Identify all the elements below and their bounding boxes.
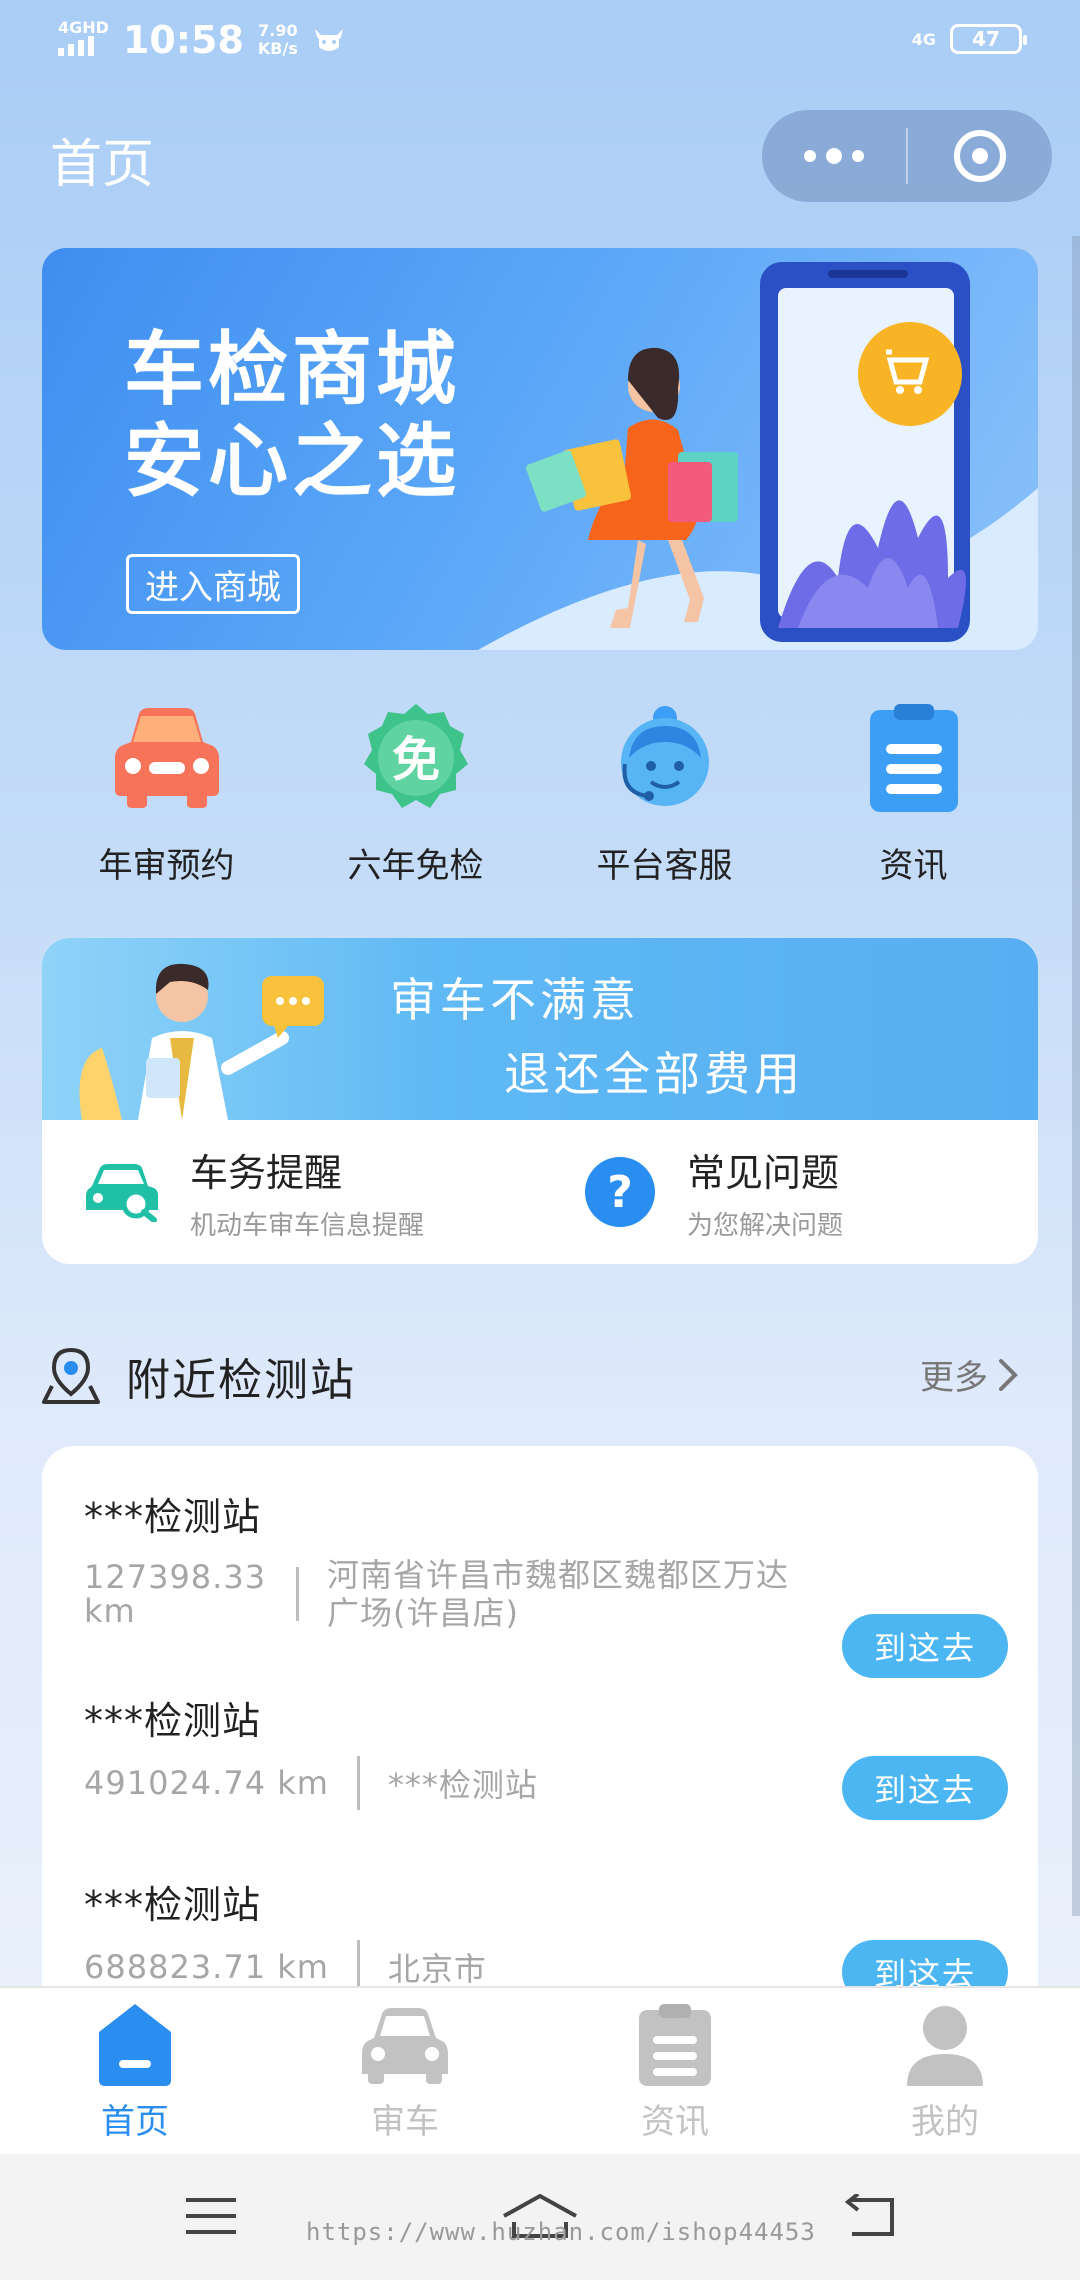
navigate-button[interactable]: 到这去 <box>842 1940 1008 1986</box>
station-name: ***检测站 <box>84 1699 262 1743</box>
station-distance: 688823.71 km <box>84 1948 329 1986</box>
promo-line-1: 审车不满意 <box>390 973 640 1027</box>
watermark: https://www.huzhan.com/ishop44453 <box>306 2218 816 2246</box>
close-mini-program-button[interactable] <box>908 130 1052 182</box>
station-distance: 127398.33 km <box>84 1558 267 1630</box>
station-name: ***检测站 <box>84 1883 262 1927</box>
banner-headline: 车检商城 安心之选 <box>124 323 460 508</box>
more-stations-link[interactable]: 更多 <box>920 1350 1018 1399</box>
guarantee-card: 审车不满意 退还全部费用 车务提醒 机动车审车信息提醒 ? 常见问题 为您解决问… <box>42 938 1038 1264</box>
divider <box>356 1940 360 1986</box>
doctor-illustration <box>79 963 324 1120</box>
network-speed: 7.90 KB/s <box>257 21 298 58</box>
tab-inspection[interactable]: 审车 <box>270 1988 540 2154</box>
back-icon[interactable] <box>842 2194 896 2238</box>
promo-line-2: 退还全部费用 <box>504 1047 804 1101</box>
scrollbar[interactable] <box>1072 236 1080 1916</box>
car-search-icon <box>86 1164 158 1222</box>
chevron-right-icon <box>999 1358 1018 1391</box>
vehicle-reminder-entry[interactable]: 车务提醒 机动车审车信息提醒 <box>42 1120 539 1264</box>
quick-action-annual-review[interactable]: 年审预约 <box>42 700 291 900</box>
user-icon <box>907 2006 983 2086</box>
bottom-tab-bar: 首页 审车 资讯 我的 <box>0 1986 1080 2154</box>
home-icon <box>99 2004 171 2086</box>
tab-home[interactable]: 首页 <box>0 1988 270 2154</box>
question-icon: ? <box>585 1157 655 1227</box>
faq-entry[interactable]: ? 常见问题 为您解决问题 <box>539 1120 1038 1264</box>
news-clipboard-icon <box>856 700 972 816</box>
dot-icon <box>852 150 864 162</box>
tab-news[interactable]: 资讯 <box>540 1988 810 2154</box>
car-icon <box>109 700 225 816</box>
network-type: 4G <box>911 29 936 49</box>
signal-bars-icon <box>58 36 94 56</box>
station-info: 127398.33 km 河南省许昌市魏都区魏都区万达 广场(许昌店) <box>84 1556 827 1632</box>
station-info: 491024.74 km ***检测站 <box>84 1756 538 1810</box>
page-title: 首页 <box>50 135 155 195</box>
status-bar: 4GHD 10:58 7.90 KB/s 4G 47 <box>0 0 1080 80</box>
list-item[interactable]: ***检测站 491024.74 km ***检测站 到这去 <box>84 1690 1008 1850</box>
enter-mall-button[interactable]: 进入商城 <box>126 554 300 614</box>
shopping-illustration <box>478 262 1038 650</box>
quick-action-six-year-exempt[interactable]: 免 六年免检 <box>291 700 540 900</box>
more-options-button[interactable] <box>762 110 906 202</box>
navigate-button[interactable]: 到这去 <box>842 1614 1008 1678</box>
station-list: ***检测站 127398.33 km 河南省许昌市魏都区魏都区万达 广场(许昌… <box>42 1446 1038 1986</box>
station-name: ***检测站 <box>84 1495 262 1539</box>
news-icon <box>639 2004 711 2086</box>
menu-icon[interactable] <box>184 2194 238 2238</box>
quick-action-customer-service[interactable]: 平台客服 <box>540 700 789 900</box>
section-title: 附近检测站 <box>126 1355 356 1406</box>
quick-actions: 年审预约 免 六年免检 平台客服 资讯 <box>42 700 1038 900</box>
list-item[interactable]: ***检测站 688823.71 km 北京市 到这去 <box>84 1874 1008 1986</box>
station-address: ***检测站 <box>387 1766 538 1804</box>
target-icon <box>954 130 1006 182</box>
list-item[interactable]: ***检测站 127398.33 km 河南省许昌市魏都区魏都区万达 广场(许昌… <box>84 1486 1008 1678</box>
system-navigation-bar <box>0 2154 1080 2280</box>
network-indicator: 4GHD <box>58 20 109 60</box>
divider <box>296 1567 300 1621</box>
page-header: 首页 <box>0 110 1080 210</box>
svg-text:?: ? <box>607 1167 633 1218</box>
mall-banner[interactable]: 车检商城 安心之选 进入商城 <box>42 248 1038 650</box>
tab-profile[interactable]: 我的 <box>810 1988 1080 2154</box>
station-address: 河南省许昌市魏都区魏都区万达 广场(许昌店) <box>327 1556 790 1632</box>
station-address: 北京市 <box>387 1950 487 1986</box>
customer-service-icon <box>607 700 723 816</box>
notification-bull-icon <box>314 29 343 51</box>
dot-icon <box>804 150 816 162</box>
battery-icon: 47 <box>950 24 1027 54</box>
quick-action-news[interactable]: 资讯 <box>789 700 1038 900</box>
station-info: 688823.71 km 北京市 <box>84 1940 487 1986</box>
clock: 10:58 <box>122 18 244 62</box>
svg-text:免: 免 <box>391 732 439 788</box>
nearby-stations-header: 附近检测站 更多 <box>42 1336 1038 1416</box>
divider <box>356 1756 360 1810</box>
mini-program-capsule <box>762 110 1052 202</box>
car-icon <box>362 2008 448 2084</box>
station-distance: 491024.74 km <box>84 1764 329 1802</box>
navigate-button[interactable]: 到这去 <box>842 1756 1008 1820</box>
dot-icon <box>826 148 842 164</box>
location-pin-icon <box>42 1347 100 1404</box>
exempt-badge-icon: 免 <box>358 700 474 816</box>
refund-guarantee-banner[interactable]: 审车不满意 退还全部费用 <box>42 938 1038 1120</box>
